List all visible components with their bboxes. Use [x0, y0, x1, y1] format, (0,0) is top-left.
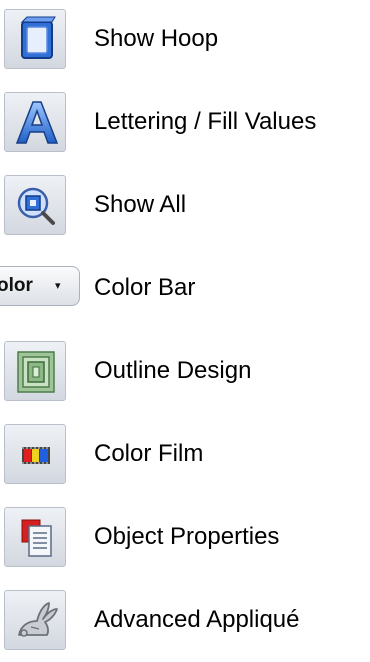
show-all-button[interactable]: [4, 175, 66, 235]
outline-design-button[interactable]: [4, 341, 66, 401]
object-properties-label: Object Properties: [94, 523, 280, 550]
tool-row-outline-design: Outline Design: [0, 341, 370, 401]
applique-rabbit-icon: [18, 602, 58, 637]
tool-row-advanced-applique: Advanced Appliqué: [0, 590, 370, 650]
zoom-show-all-icon: [17, 187, 55, 225]
color-film-label: Color Film: [94, 440, 204, 467]
lettering-icon: [15, 101, 59, 144]
tool-row-show-hoop: Show Hoop: [0, 9, 370, 69]
color-film-button[interactable]: [4, 424, 66, 484]
object-properties-icon: [21, 519, 52, 557]
hoop-icon: [20, 16, 56, 59]
lettering-label: Lettering / Fill Values: [94, 108, 317, 135]
advanced-applique-button[interactable]: [4, 590, 66, 650]
show-hoop-label: Show Hoop: [94, 25, 219, 52]
color-button-text: olor: [0, 275, 33, 296]
tool-row-lettering: Lettering / Fill Values: [0, 92, 370, 152]
tool-row-color-film: Color Film: [0, 424, 370, 484]
outline-design-icon: [17, 351, 55, 393]
outline-design-label: Outline Design: [94, 357, 252, 384]
object-properties-button[interactable]: [4, 507, 66, 567]
lettering-button[interactable]: [4, 92, 66, 152]
show-all-label: Show All: [94, 191, 187, 218]
advanced-applique-label: Advanced Appliqué: [94, 606, 300, 633]
color-bar-label: Color Bar: [94, 274, 196, 301]
tool-row-color-bar: olor ▾ Color Bar: [0, 258, 370, 318]
tool-row-object-properties: Object Properties: [0, 507, 370, 567]
tool-row-show-all: Show All: [0, 175, 370, 235]
show-hoop-button[interactable]: [4, 9, 66, 69]
color-film-icon: [22, 447, 50, 464]
chevron-down-icon: ▾: [55, 280, 61, 292]
color-dropdown-button[interactable]: olor ▾: [0, 266, 80, 306]
